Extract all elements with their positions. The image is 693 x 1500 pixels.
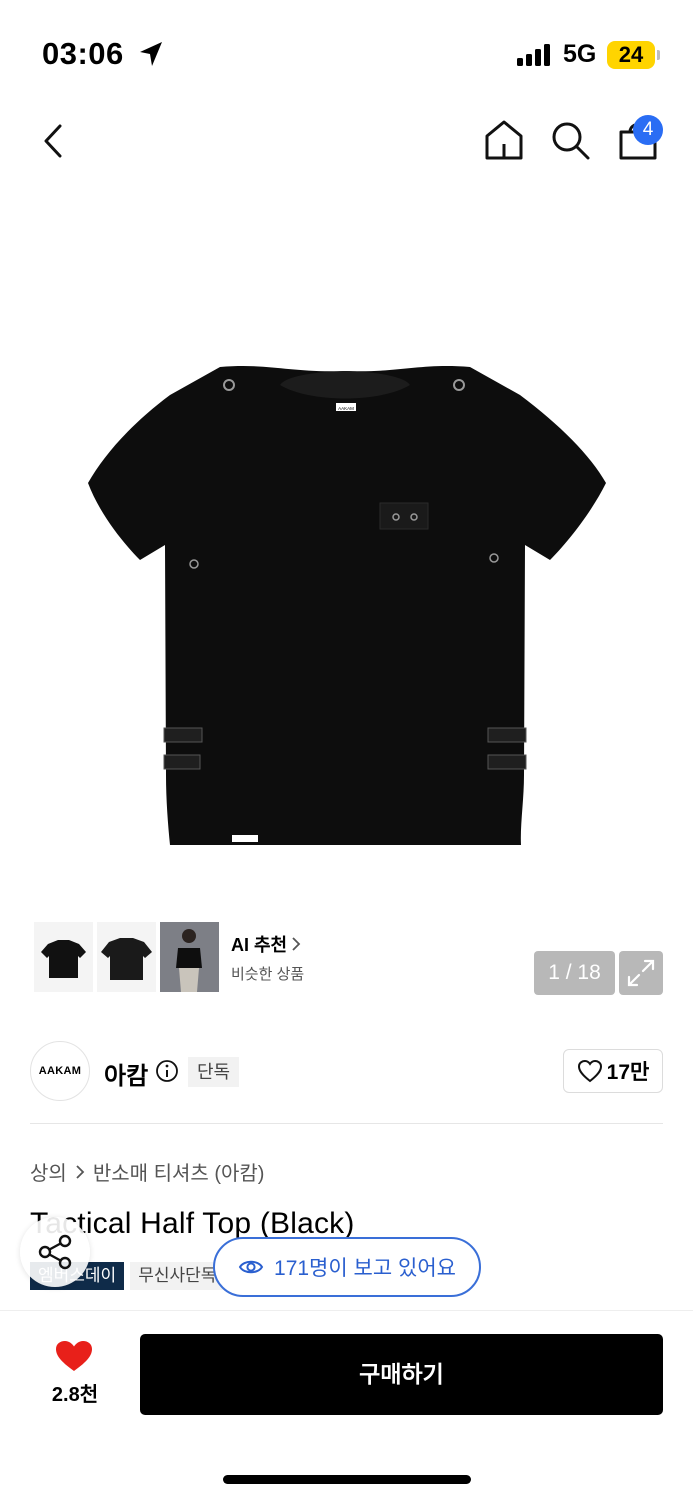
ai-recommendation-label[interactable]: AI 추천 비슷한 상품 [231, 931, 304, 984]
heart-filled-icon[interactable] [54, 1339, 94, 1373]
info-icon[interactable] [155, 1059, 179, 1083]
home-icon[interactable] [483, 118, 525, 162]
product-image[interactable]: AAKAM [80, 355, 610, 855]
status-time: 03:06 [42, 36, 124, 71]
location-arrow-icon [140, 42, 162, 66]
expand-button[interactable] [619, 951, 663, 995]
breadcrumb: 상의 반소매 티셔츠 (아캄) [30, 1157, 264, 1186]
image-page-counter: 1 / 18 [534, 951, 615, 995]
product-label: AAKAM [338, 406, 354, 411]
buy-button[interactable]: 구매하기 [140, 1334, 663, 1415]
share-icon [38, 1234, 72, 1270]
cart-count-badge: 4 [633, 115, 663, 145]
share-button[interactable] [20, 1217, 90, 1287]
brand-like-button[interactable]: 17만 [563, 1049, 663, 1093]
eye-icon [238, 1260, 264, 1274]
expand-icon [627, 959, 655, 987]
signal-strength-icon [517, 44, 550, 66]
chevron-right-icon [292, 936, 301, 951]
ai-title: AI 추천 [231, 934, 288, 955]
thumbnail-1[interactable] [34, 922, 93, 992]
divider [30, 1123, 663, 1124]
thumbnail-3-model[interactable] [160, 922, 219, 992]
heart-outline-icon [577, 1059, 602, 1083]
battery-tip [657, 50, 660, 60]
search-icon[interactable] [550, 118, 592, 162]
brand-logo[interactable]: AAKAM [30, 1041, 90, 1101]
brand-like-count: 17만 [606, 1061, 650, 1084]
chevron-right-icon [76, 1164, 85, 1179]
home-indicator [223, 1475, 471, 1484]
breadcrumb-category[interactable]: 상의 [30, 1157, 67, 1186]
network-type: 5G [563, 40, 597, 68]
ai-subtitle: 비슷한 상품 [231, 965, 305, 983]
thumbnail-2[interactable] [97, 922, 156, 992]
status-bar: 03:06 5G 24 [0, 0, 693, 100]
live-viewers-pill: 171명이 보고 있어요 [213, 1237, 481, 1297]
breadcrumb-subcategory[interactable]: 반소매 티셔츠 (아캄) [93, 1157, 265, 1186]
ai-recommendation-strip[interactable]: AI 추천 비슷한 상품 [30, 918, 320, 996]
brand-name[interactable]: 아캄 [104, 1056, 148, 1091]
exclusive-badge: 단독 [188, 1057, 240, 1087]
tag-exclusive[interactable]: 무신사단독 [130, 1262, 225, 1290]
battery-icon: 24 [607, 41, 655, 69]
back-icon[interactable] [34, 118, 74, 164]
wishlist-count: 2.8천 [51, 1384, 99, 1406]
live-viewers-text: 171명이 보고 있어요 [274, 1257, 456, 1280]
